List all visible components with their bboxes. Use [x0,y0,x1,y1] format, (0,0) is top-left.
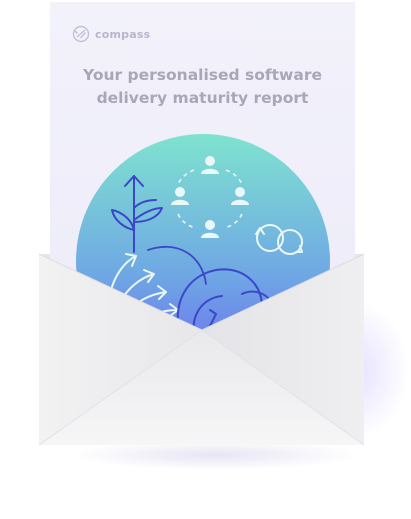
report-envelope-graphic: compass Your personalised software deliv… [0,0,411,519]
envelope-front [38,253,365,446]
